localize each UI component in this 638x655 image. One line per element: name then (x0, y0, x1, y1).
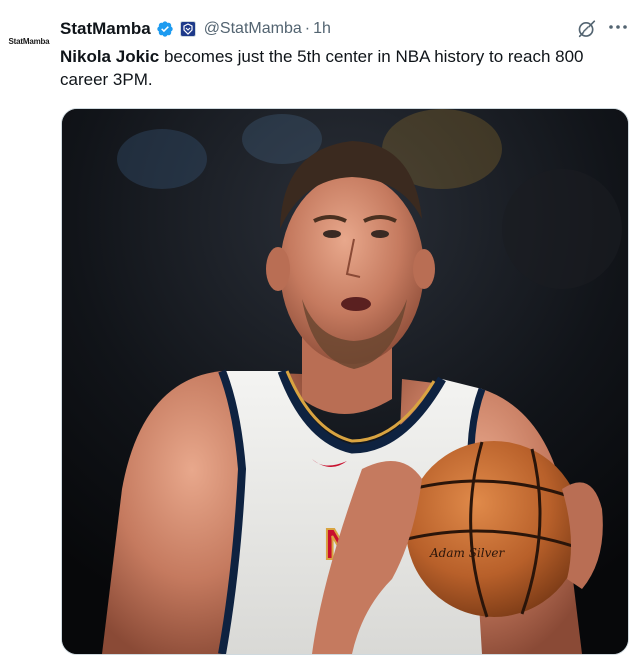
author-handle[interactable]: @StatMamba (204, 20, 302, 38)
avatar-logo: StatMamba (9, 37, 50, 46)
author-name[interactable]: StatMamba (60, 19, 151, 39)
affiliate-badge-icon[interactable] (179, 21, 196, 37)
tweet-text: Nikola Jokic becomes just the 5th center… (60, 45, 620, 91)
separator-dot: · (304, 20, 311, 37)
tweet-media-image[interactable]: NU Adam Silver (61, 108, 629, 655)
avatar-text: StatMamba (8, 36, 50, 46)
avatar[interactable]: StatMamba (6, 34, 52, 48)
grok-icon[interactable] (576, 18, 598, 40)
tweet-header: StatMamba @StatMamba · 1h (60, 16, 638, 42)
player-photo: NU Adam Silver (62, 109, 628, 654)
ball-brand-text: Adam Silver (429, 546, 505, 560)
tweet-mention[interactable]: Nikola Jokic (60, 47, 159, 66)
more-icon[interactable] (606, 16, 630, 38)
timestamp[interactable]: 1h (313, 20, 331, 38)
verified-badge-icon (157, 21, 173, 37)
